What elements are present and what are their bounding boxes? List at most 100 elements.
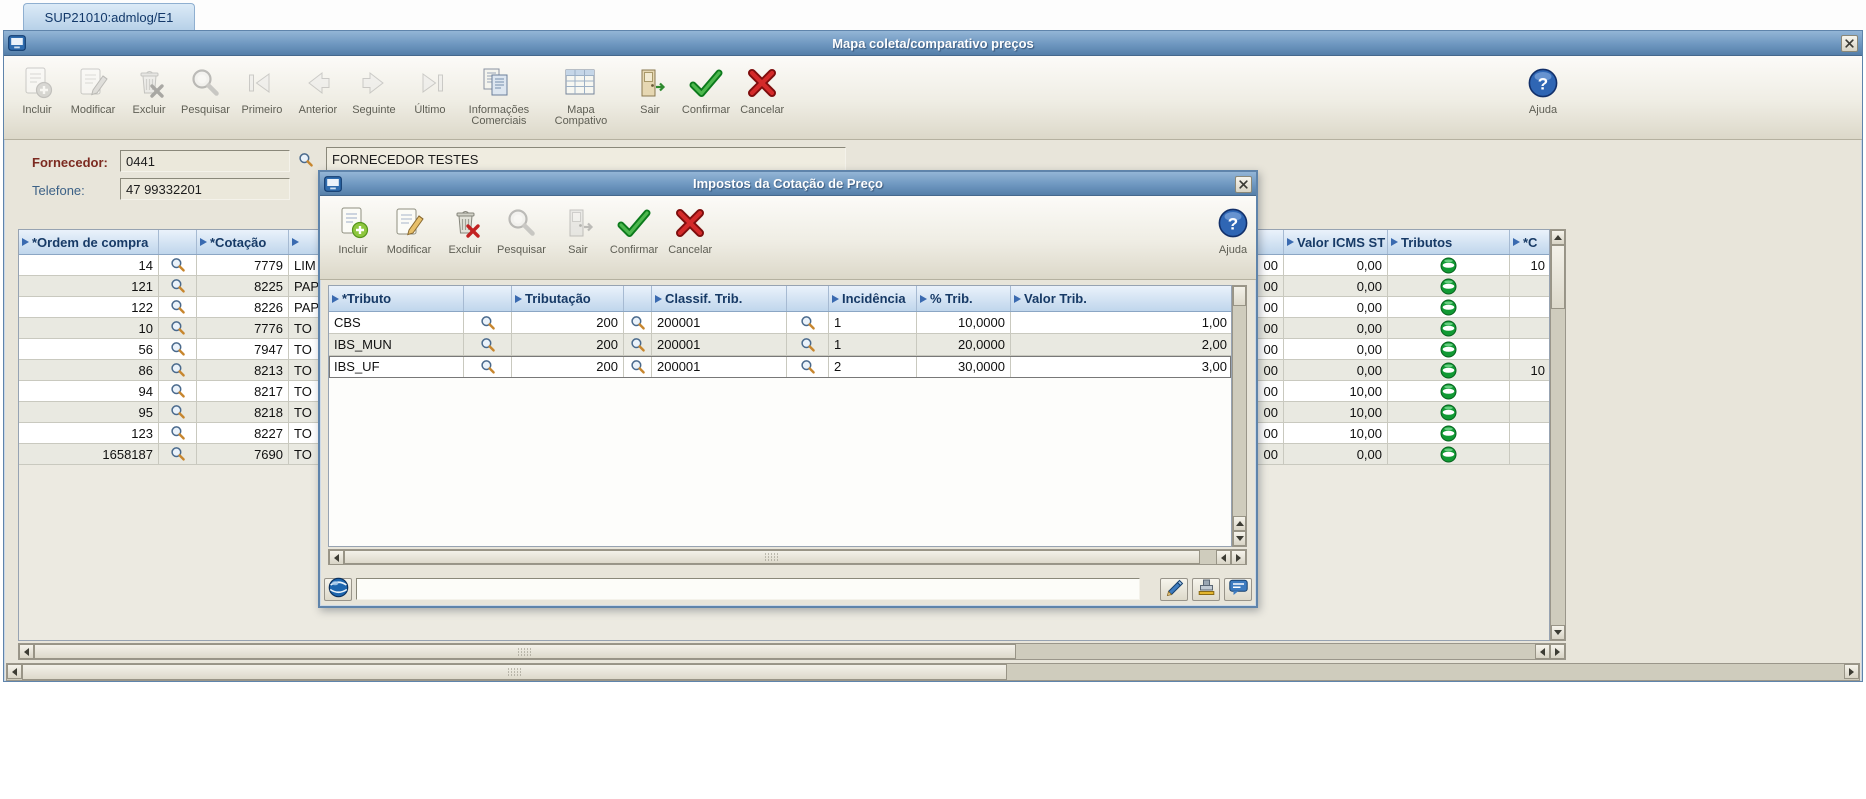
lookup-magnifier-icon[interactable]	[624, 312, 652, 333]
tributos-button[interactable]	[1388, 444, 1510, 464]
lookup-magnifier-icon[interactable]	[159, 444, 197, 464]
column-header-cotacao[interactable]: *Cotação	[197, 230, 289, 254]
column-header-classif-trib[interactable]: Classif. Trib.	[652, 286, 787, 311]
lookup-magnifier-icon[interactable]	[159, 360, 197, 380]
lookup-magnifier-icon[interactable]	[159, 402, 197, 422]
lookup-magnifier-icon[interactable]	[624, 334, 652, 355]
dialog-table-vscrollbar[interactable]	[1232, 285, 1247, 547]
column-header-blank[interactable]	[464, 286, 512, 311]
telefone-input[interactable]	[120, 178, 290, 200]
fornecedor-code-input[interactable]	[120, 150, 290, 172]
tributos-button[interactable]	[1388, 360, 1510, 380]
scroll-thumb[interactable]	[22, 664, 1007, 680]
lookup-magnifier-icon[interactable]	[159, 381, 197, 401]
table-row-0[interactable]: CBS 200 200001 1 10,0000 1,00	[329, 312, 1231, 334]
dialog-toolbar-button-confirmar[interactable]: Confirmar	[607, 202, 661, 257]
dialog-toolbar-button-modificar[interactable]: Modificar	[382, 202, 436, 257]
lookup-magnifier-icon[interactable]	[159, 423, 197, 443]
chat-button[interactable]	[1224, 577, 1252, 601]
fornecedor-name-input[interactable]	[326, 147, 846, 171]
tributos-button[interactable]	[1388, 381, 1510, 401]
fornecedor-lookup-icon[interactable]	[298, 152, 314, 168]
tributos-button[interactable]	[1388, 402, 1510, 422]
lookup-magnifier-icon[interactable]	[624, 356, 652, 377]
column-header-trib[interactable]: % Trib.	[917, 286, 1011, 311]
stamp-button[interactable]	[1192, 577, 1220, 601]
main-table-vscrollbar[interactable]	[1550, 229, 1566, 641]
lookup-magnifier-icon[interactable]	[159, 276, 197, 296]
scroll-down-button[interactable]	[1551, 625, 1565, 640]
main-toolbar-button-mapa[interactable]: Mapa Compativo	[541, 62, 621, 128]
dialog-close-button[interactable]	[1235, 176, 1252, 193]
scroll-left-button[interactable]	[19, 644, 34, 659]
sort-arrow-icon	[200, 238, 207, 246]
scroll-left-button[interactable]	[1216, 550, 1231, 565]
valor-icms-st-cell: 0,00	[1284, 276, 1388, 296]
dialog-toolbar-button-incluir[interactable]: Incluir	[326, 202, 380, 257]
column-header-valor-icms-st[interactable]: Valor ICMS ST	[1284, 230, 1388, 254]
tributos-button[interactable]	[1388, 423, 1510, 443]
scroll-right-button[interactable]	[1550, 644, 1565, 659]
left-arrow-icon	[334, 553, 339, 562]
main-toolbar-button-cancelar[interactable]: Cancelar	[735, 62, 789, 117]
main-toolbar-button-sair[interactable]: Sair	[623, 62, 677, 117]
dialog-status-input[interactable]	[356, 578, 1140, 600]
tributos-button[interactable]	[1388, 318, 1510, 338]
window-hscrollbar[interactable]	[6, 663, 1860, 681]
lookup-magnifier-icon[interactable]	[787, 312, 829, 333]
tributos-button[interactable]	[1388, 255, 1510, 275]
scroll-left-button[interactable]	[1535, 644, 1550, 659]
scroll-up-button[interactable]	[1233, 516, 1246, 531]
scroll-right-button[interactable]	[1844, 664, 1859, 679]
main-close-button[interactable]	[1841, 35, 1858, 52]
lookup-magnifier-icon[interactable]	[159, 339, 197, 359]
globe-button[interactable]	[324, 577, 352, 601]
lookup-magnifier-icon[interactable]	[464, 312, 512, 333]
dialog-toolbar-button-cancelar[interactable]: Cancelar	[663, 202, 717, 257]
telefone-label: Telefone:	[32, 183, 85, 198]
app-tab[interactable]: SUP21010:admlog/E1	[23, 3, 195, 30]
column-header-blank[interactable]	[159, 230, 197, 254]
lookup-magnifier-icon[interactable]	[787, 334, 829, 355]
scroll-thumb[interactable]	[344, 550, 1200, 564]
column-header-tributos[interactable]: Tributos	[1388, 230, 1510, 254]
column-header-ordem-de-compra[interactable]: *Ordem de compra	[19, 230, 159, 254]
main-help-button[interactable]: ? Ajuda	[1516, 62, 1570, 117]
tributos-button[interactable]	[1388, 339, 1510, 359]
scroll-thumb[interactable]	[1551, 245, 1565, 309]
column-header-incidencia[interactable]: Incidência	[829, 286, 917, 311]
scroll-thumb[interactable]	[34, 644, 1016, 659]
column-header-c[interactable]: *C	[1510, 230, 1549, 254]
lookup-magnifier-icon[interactable]	[159, 318, 197, 338]
lookup-magnifier-icon[interactable]	[464, 334, 512, 355]
table-row-1[interactable]: IBS_MUN 200 200001 1 20,0000 2,00	[329, 334, 1231, 356]
column-header-tributo[interactable]: *Tributo	[329, 286, 464, 311]
lookup-magnifier-icon[interactable]	[464, 356, 512, 377]
column-header-tributacao[interactable]: Tributação	[512, 286, 624, 311]
dialog-help-button[interactable]: ? Ajuda	[1206, 202, 1260, 257]
main-window-title: Mapa coleta/comparativo preços	[832, 35, 1034, 51]
scroll-up-button[interactable]	[1551, 230, 1565, 245]
edit-note-button[interactable]	[1160, 577, 1188, 601]
dialog-table-hscrollbar[interactable]	[328, 549, 1247, 565]
dialog-toolbar-button-excluir[interactable]: Excluir	[438, 202, 492, 257]
tributos-button[interactable]	[1388, 276, 1510, 296]
main-toolbar-button-confirmar[interactable]: Confirmar	[679, 62, 733, 117]
scroll-thumb[interactable]	[1233, 286, 1246, 306]
column-header-blank[interactable]	[787, 286, 829, 311]
tributos-button[interactable]	[1388, 297, 1510, 317]
lookup-magnifier-icon[interactable]	[159, 297, 197, 317]
table-row-2[interactable]: IBS_UF 200 200001 2 30,0000 3,00	[329, 356, 1231, 378]
column-header-blank[interactable]	[624, 286, 652, 311]
scroll-left-button[interactable]	[329, 550, 344, 565]
col-c-cell	[1510, 381, 1549, 401]
scroll-down-button[interactable]	[1233, 531, 1246, 546]
main-table-hscrollbar[interactable]	[18, 643, 1566, 660]
scroll-left-button[interactable]	[7, 664, 22, 679]
lookup-magnifier-icon[interactable]	[787, 356, 829, 377]
column-header-valor-trib[interactable]: Valor Trib.	[1011, 286, 1231, 311]
lookup-magnifier-icon[interactable]	[159, 255, 197, 275]
scroll-right-button[interactable]	[1231, 550, 1246, 565]
main-toolbar-button-informacoes[interactable]: Informações Comerciais	[459, 62, 539, 128]
help-label: Ajuda	[1218, 244, 1248, 256]
